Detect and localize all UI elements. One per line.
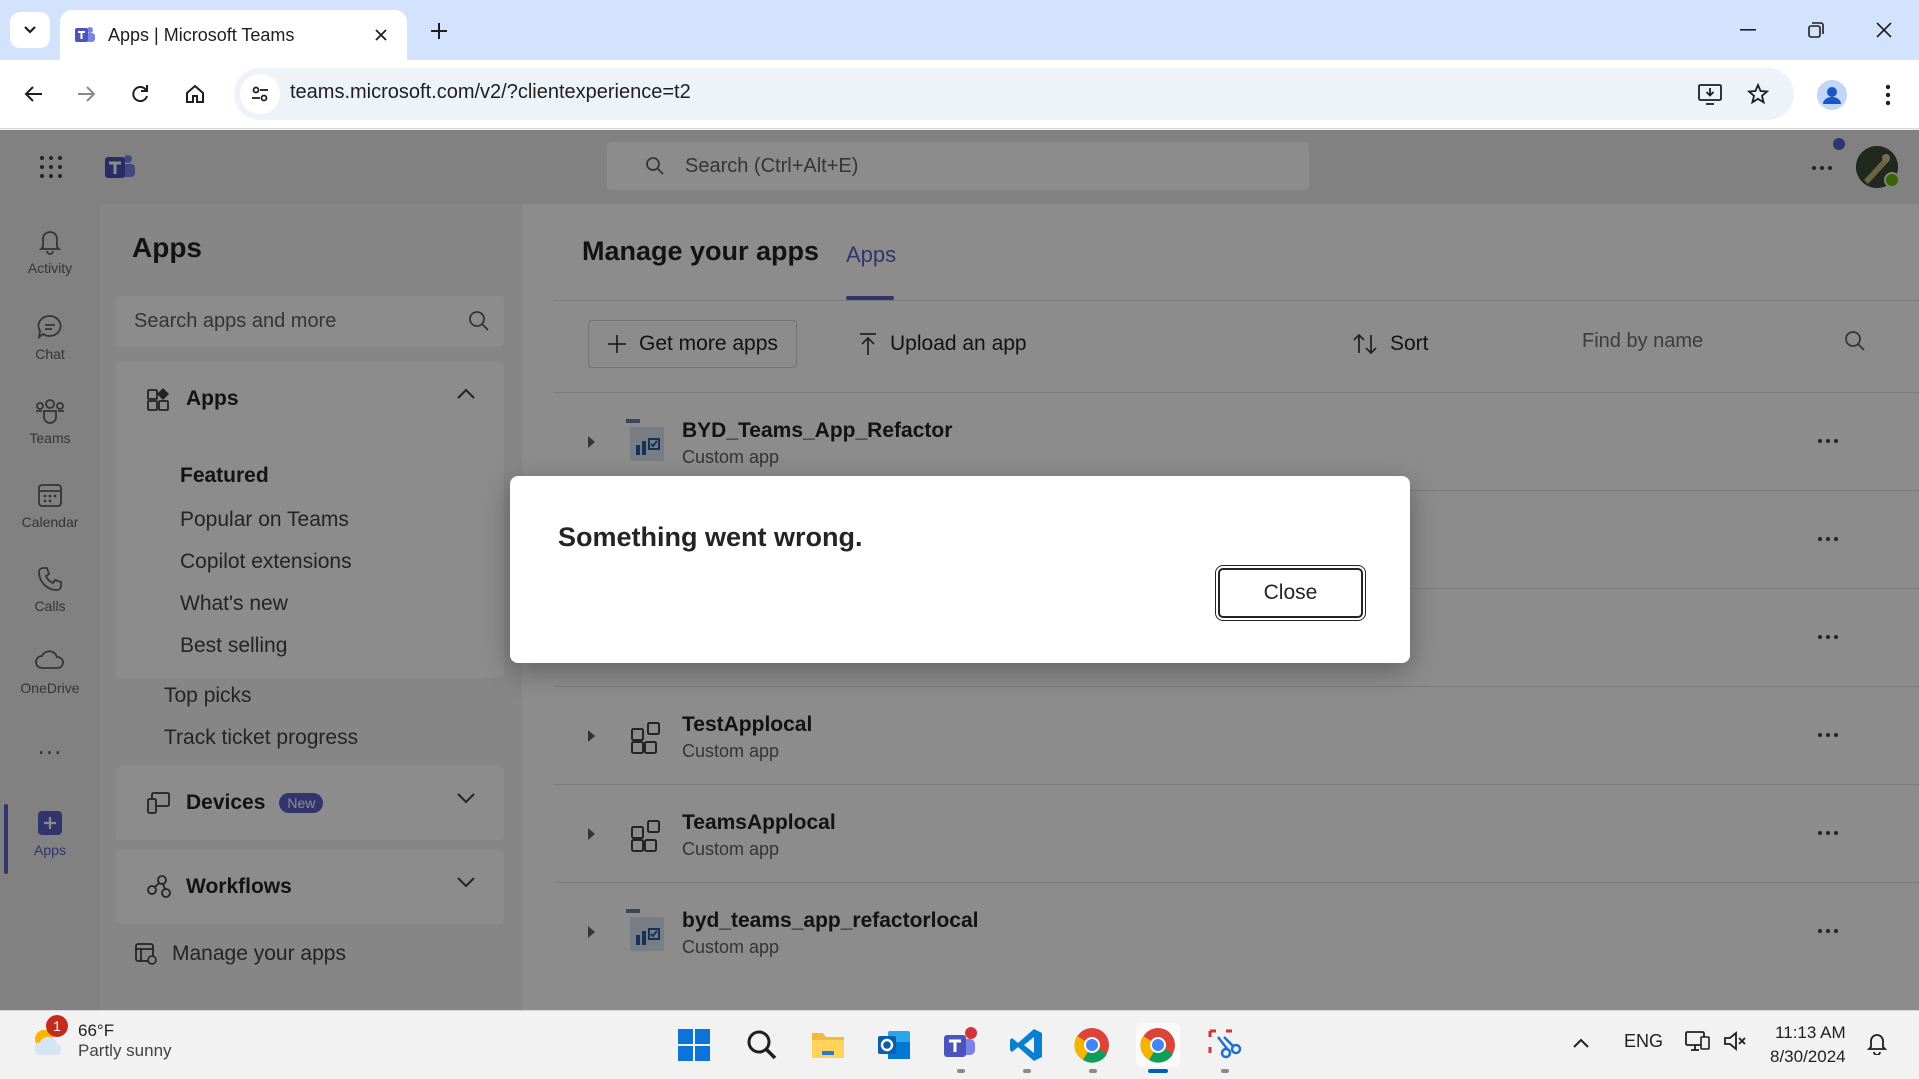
bookmark-button[interactable] [1742,78,1774,110]
error-dialog: Something went wrong. Close [510,476,1410,663]
teams-favicon-icon [75,27,95,42]
arrow-left-icon [24,86,42,102]
snipping-tool-icon [1208,1029,1242,1059]
weather-description: Partly sunny [78,1041,172,1060]
star-icon [1747,83,1769,105]
browser-tab-teams[interactable]: Apps | Microsoft Teams [60,10,407,60]
taskbar-file-explorer[interactable] [806,1023,850,1067]
taskbar-search-button[interactable] [740,1023,784,1067]
restore-icon [1808,22,1824,38]
reload-button[interactable] [120,74,160,114]
outlook-icon [878,1031,910,1059]
dialog-title: Something went wrong. [558,522,863,552]
taskbar-indicator [1089,1069,1097,1073]
new-tab-button[interactable] [422,14,456,48]
home-button[interactable] [175,74,215,114]
reload-icon [132,85,148,103]
minimize-icon [1740,29,1756,31]
folder-icon [812,1033,844,1058]
clock-date: 8/30/2024 [1770,1047,1846,1066]
search-icon [747,1030,777,1060]
network-icon [1685,1031,1710,1051]
vscode-icon [1010,1029,1042,1061]
taskbar-indicator-active [1148,1069,1168,1073]
chrome-icon [1140,1028,1175,1063]
bell-icon [1866,1034,1888,1056]
system-clock[interactable]: 11:13 AM 8/30/2024 [1770,1021,1846,1069]
taskbar-vscode[interactable] [1004,1023,1048,1067]
tab-close-button[interactable] [369,23,393,47]
windows-logo-icon [678,1029,710,1061]
browser-toolbar: teams.microsoft.com/v2/?clientexperience… [0,60,1919,129]
url-text[interactable]: teams.microsoft.com/v2/?clientexperience… [290,81,691,104]
partly-sunny-icon: 1 [28,1015,68,1061]
weather-badge: 1 [46,1015,68,1037]
site-info-button[interactable] [240,74,280,114]
clock-time: 11:13 AM [1775,1023,1846,1042]
install-icon [1698,84,1722,105]
show-hidden-icons-button[interactable] [1572,1033,1590,1054]
chevron-up-icon [1573,1038,1589,1048]
network-button[interactable] [1684,1029,1710,1058]
taskbar-indicator [1221,1069,1229,1073]
chevron-down-icon [24,26,36,34]
notifications-button[interactable] [1866,1031,1888,1060]
taskbar-indicator [957,1069,965,1073]
taskbar-chrome[interactable] [1070,1023,1114,1067]
arrow-right-icon [78,86,96,102]
back-button[interactable] [14,74,54,114]
browser-tabstrip: Apps | Microsoft Teams [0,0,1919,60]
tab-search-button[interactable] [10,12,50,48]
minimize-button[interactable] [1726,12,1770,48]
close-icon [375,29,387,41]
tune-icon [252,86,268,102]
volume-button[interactable] [1722,1029,1748,1058]
weather-temperature: 66°F [78,1021,115,1040]
profile-button[interactable] [1813,76,1851,114]
taskbar-snipping-tool[interactable] [1202,1023,1246,1067]
teams-icon [944,1027,977,1057]
taskbar-teams[interactable] [938,1023,982,1067]
windows-taskbar: 1 66°F Partly sunny ENG 11:13 AM 8/30/20… [0,1010,1919,1079]
chrome-icon [1074,1028,1109,1063]
address-bar[interactable]: teams.microsoft.com/v2/?clientexperience… [234,68,1794,120]
more-vertical-icon [1885,84,1891,106]
browser-menu-button[interactable] [1870,76,1906,114]
window-close-button[interactable] [1862,12,1906,48]
start-button[interactable] [672,1023,716,1067]
close-icon [1876,22,1892,38]
plus-icon [431,23,447,39]
forward-button[interactable] [66,74,106,114]
taskbar-indicator [1023,1069,1031,1073]
tab-title: Apps | Microsoft Teams [108,24,295,45]
taskbar-chrome-active[interactable] [1136,1023,1180,1067]
volume-muted-icon [1724,1031,1746,1051]
home-icon [186,84,204,103]
close-button[interactable]: Close [1218,568,1363,618]
profile-avatar-icon [1817,80,1847,110]
language-indicator[interactable]: ENG [1624,1031,1663,1052]
taskbar-outlook[interactable] [872,1023,916,1067]
restore-button[interactable] [1794,12,1838,48]
install-app-button[interactable] [1694,78,1726,110]
weather-widget[interactable]: 1 66°F Partly sunny [28,1015,172,1061]
